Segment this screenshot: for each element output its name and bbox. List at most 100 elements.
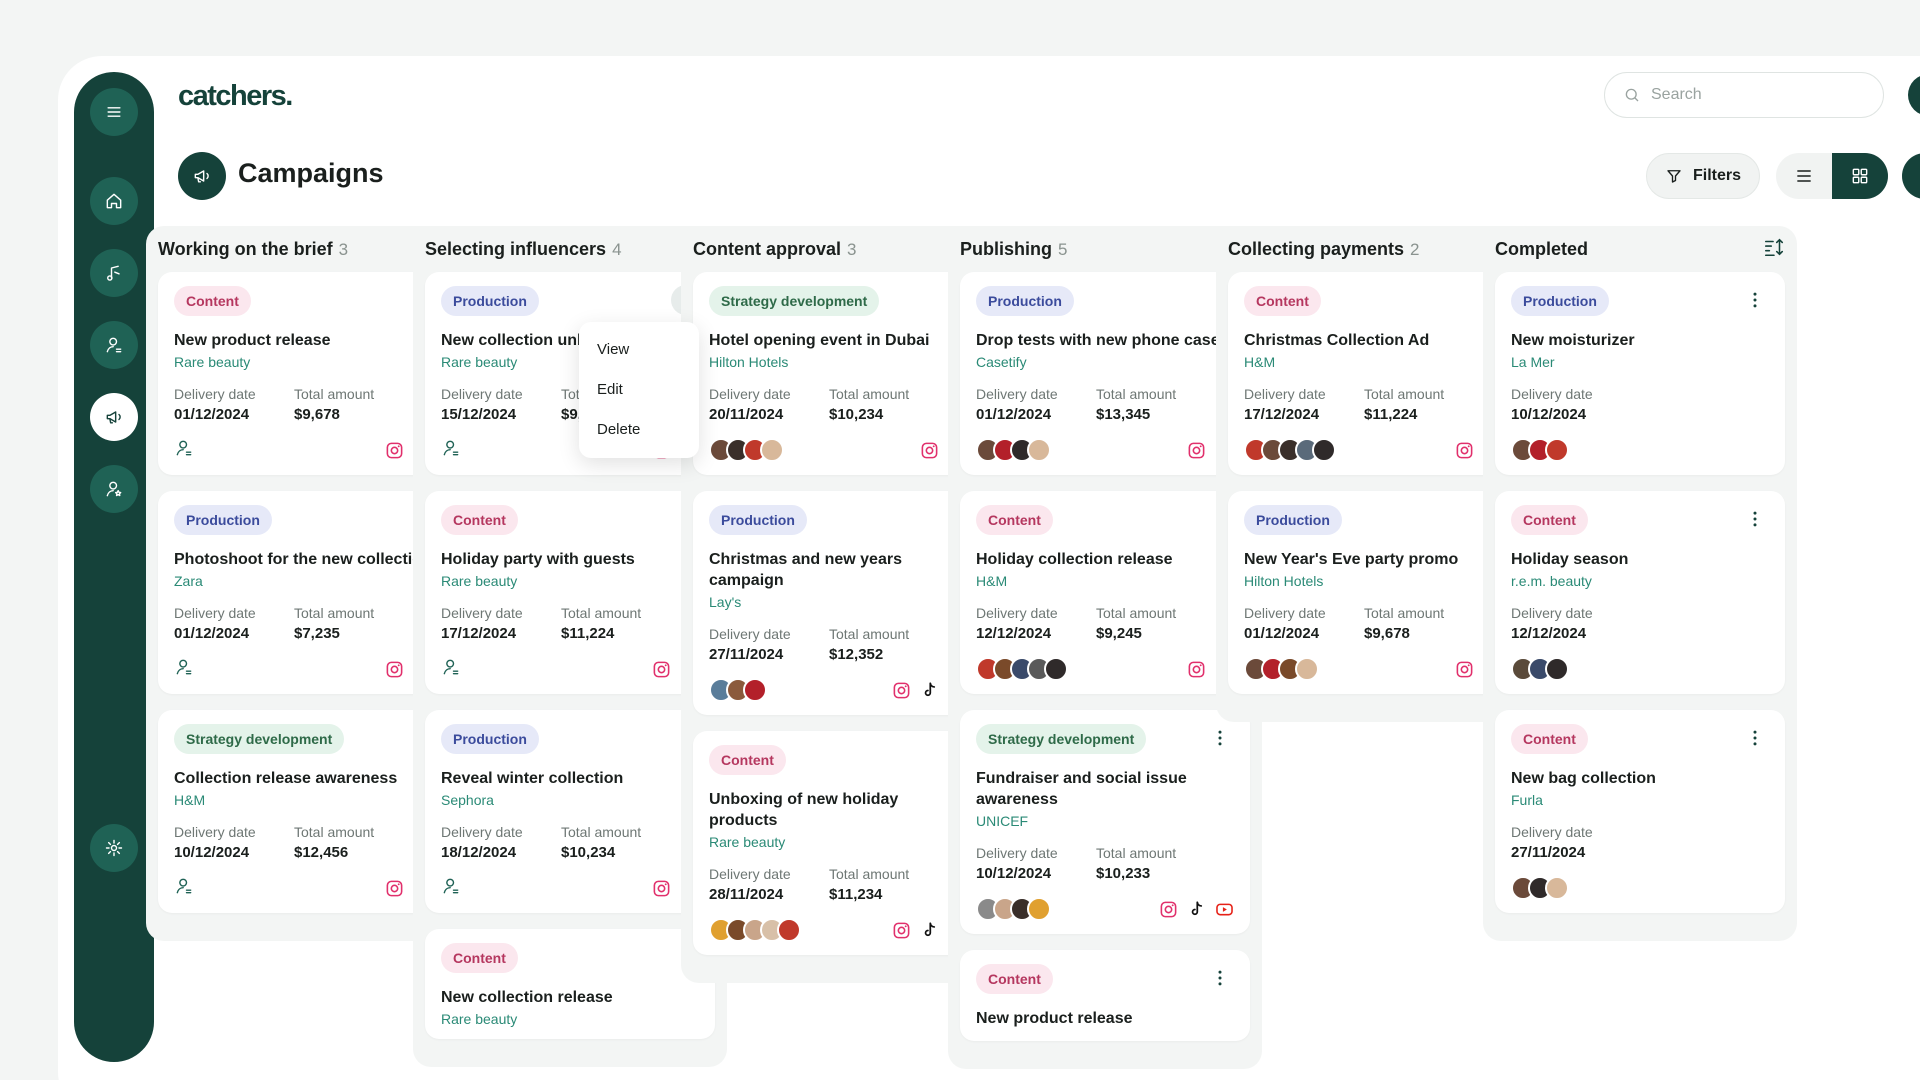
logo[interactable]: catchers. xyxy=(178,80,293,113)
campaign-card[interactable]: Content Holiday party with guests Rare bea… xyxy=(425,491,715,694)
campaign-title: New Year's Eve party promo xyxy=(1244,551,1459,568)
filters-button[interactable]: Filters xyxy=(1646,153,1760,199)
influencer-avatars[interactable] xyxy=(709,918,801,942)
influencer-avatars[interactable] xyxy=(1244,438,1336,462)
campaign-card[interactable]: Content Christmas Collection Ad H&M Deliver… xyxy=(1228,272,1518,475)
influencer-avatars[interactable] xyxy=(709,678,767,702)
total-amount: $12,456 xyxy=(294,844,349,861)
influencer-avatars[interactable] xyxy=(1511,438,1569,462)
brand-name[interactable]: La Mer xyxy=(1511,354,1769,370)
card-meta: Delivery date 28/11/2024 Total amount $11,2… xyxy=(709,866,967,903)
campaign-card[interactable]: Production New Year's Eve party promo Hilt… xyxy=(1228,491,1518,694)
youtube-icon xyxy=(1216,903,1233,915)
assign-user-icon[interactable] xyxy=(441,438,461,463)
campaign-card[interactable]: Strategy development Hotel opening event … xyxy=(693,272,983,475)
campaign-card[interactable]: Production New moisturizer La Mer Delivery … xyxy=(1495,272,1785,475)
delivery-date: 18/12/2024 xyxy=(441,844,517,861)
sort-icon[interactable] xyxy=(1763,236,1785,263)
campaign-card[interactable]: Production Drop tests with new phone case… xyxy=(960,272,1250,475)
influencer-avatars[interactable] xyxy=(709,438,784,462)
brand-name[interactable]: Casetify xyxy=(976,354,1234,370)
search-box[interactable] xyxy=(1604,72,1884,118)
influencer-avatars[interactable] xyxy=(976,657,1068,681)
menu-button[interactable] xyxy=(90,88,138,136)
more-options-icon[interactable] xyxy=(1743,507,1767,531)
nav-music[interactable] xyxy=(90,249,138,297)
brand-name[interactable]: H&M xyxy=(976,573,1234,589)
card-meta: Delivery date 27/11/2024 Total amount $12,3… xyxy=(709,626,967,663)
influencer-avatars[interactable] xyxy=(976,438,1051,462)
campaign-card[interactable]: Content New product release Rare beauty Del… xyxy=(158,272,448,475)
column-title-text: Completed xyxy=(1495,238,1589,259)
campaign-card[interactable]: Content New collection release Rare beauty xyxy=(425,929,715,1039)
brand-name[interactable]: Rare beauty xyxy=(441,573,699,589)
profile-avatar[interactable] xyxy=(1908,74,1920,116)
more-options-icon[interactable] xyxy=(1743,726,1767,750)
brand-name[interactable]: Sephora xyxy=(441,792,699,808)
nav-home[interactable] xyxy=(90,177,138,225)
menu-item-edit[interactable]: Edit xyxy=(579,370,699,410)
delivery-label: Delivery date xyxy=(174,824,256,840)
brand-name[interactable]: H&M xyxy=(174,792,432,808)
campaign-card[interactable]: Content Unboxing of new holiday products R… xyxy=(693,731,983,955)
influencer-avatars[interactable] xyxy=(1511,876,1569,900)
grid-view-button[interactable] xyxy=(1832,153,1888,199)
campaign-title: New collection release xyxy=(441,989,613,1006)
column-title: Selecting influencers 4 xyxy=(425,239,622,260)
brand-name[interactable]: UNICEF xyxy=(976,813,1234,829)
menu-item-delete[interactable]: Delete xyxy=(579,410,699,450)
campaign-card[interactable]: Strategy development Fundraiser and socia… xyxy=(960,710,1250,934)
assign-user-icon[interactable] xyxy=(441,657,461,682)
influencer-avatars[interactable] xyxy=(1244,657,1319,681)
brand-name[interactable]: Furla xyxy=(1511,792,1769,808)
campaign-card[interactable]: Production Reveal winter collection Sephor… xyxy=(425,710,715,913)
view-toggle xyxy=(1776,153,1888,199)
total-label: Total amount xyxy=(829,866,910,882)
campaign-card[interactable]: Content Holiday season r.e.m. beauty Delive… xyxy=(1495,491,1785,694)
influencer-avatars[interactable] xyxy=(1511,657,1569,681)
search-input[interactable] xyxy=(1651,86,1851,104)
campaign-card[interactable]: Content New bag collection Furla Delivery d… xyxy=(1495,710,1785,913)
assign-user-icon[interactable] xyxy=(174,657,194,682)
more-options-icon[interactable] xyxy=(1743,288,1767,312)
nav-influencers[interactable] xyxy=(90,321,138,369)
add-campaign-button[interactable] xyxy=(1902,153,1920,199)
brand-name[interactable]: Rare beauty xyxy=(441,1011,699,1027)
campaign-card[interactable]: Strategy development Collection release a… xyxy=(158,710,448,913)
brand-name[interactable]: Hilton Hotels xyxy=(709,354,967,370)
campaign-card[interactable]: Content Holiday collection release H&M Deli… xyxy=(960,491,1250,694)
card-meta: Delivery date 01/12/2024 Total amount $9,67… xyxy=(174,386,432,423)
delivery-label: Delivery date xyxy=(976,845,1058,861)
column-header: Selecting influencers 4 xyxy=(425,226,715,272)
column-header: Collecting payments 2 xyxy=(1228,226,1518,272)
campaign-card[interactable]: Production View Edit Delete New collection u… xyxy=(425,272,715,475)
list-view-button[interactable] xyxy=(1776,153,1832,199)
social-platforms xyxy=(1159,900,1234,919)
card-meta: Delivery date 01/12/2024 Total amount $13,3… xyxy=(976,386,1234,423)
brand-name[interactable]: Lay's xyxy=(709,594,967,610)
assign-user-icon[interactable] xyxy=(174,438,194,463)
nav-favorites[interactable] xyxy=(90,465,138,513)
campaign-card[interactable]: Content New product release xyxy=(960,950,1250,1041)
brand-name[interactable]: r.e.m. beauty xyxy=(1511,573,1769,589)
more-options-icon[interactable] xyxy=(1208,726,1232,750)
delivery-date: 10/12/2024 xyxy=(976,865,1052,882)
brand-name[interactable]: Rare beauty xyxy=(709,834,967,850)
brand-name[interactable]: Hilton Hotels xyxy=(1244,573,1502,589)
brand-name[interactable]: H&M xyxy=(1244,354,1502,370)
total-amount: $9,678 xyxy=(1364,625,1410,642)
nav-settings[interactable] xyxy=(90,824,138,872)
assign-user-icon[interactable] xyxy=(441,876,461,901)
delivery-label: Delivery date xyxy=(976,605,1058,621)
delivery-date: 20/11/2024 xyxy=(709,406,784,423)
nav-campaigns[interactable] xyxy=(90,393,138,441)
menu-item-view[interactable]: View xyxy=(579,330,699,370)
total-amount: $13,345 xyxy=(1096,406,1151,423)
brand-name[interactable]: Rare beauty xyxy=(174,354,432,370)
more-options-icon[interactable] xyxy=(1208,966,1232,990)
campaign-card[interactable]: Production Photoshoot for the new collect… xyxy=(158,491,448,694)
campaign-card[interactable]: Production Christmas and new years campai… xyxy=(693,491,983,715)
assign-user-icon[interactable] xyxy=(174,876,194,901)
influencer-avatars[interactable] xyxy=(976,897,1051,921)
brand-name[interactable]: Zara xyxy=(174,573,432,589)
